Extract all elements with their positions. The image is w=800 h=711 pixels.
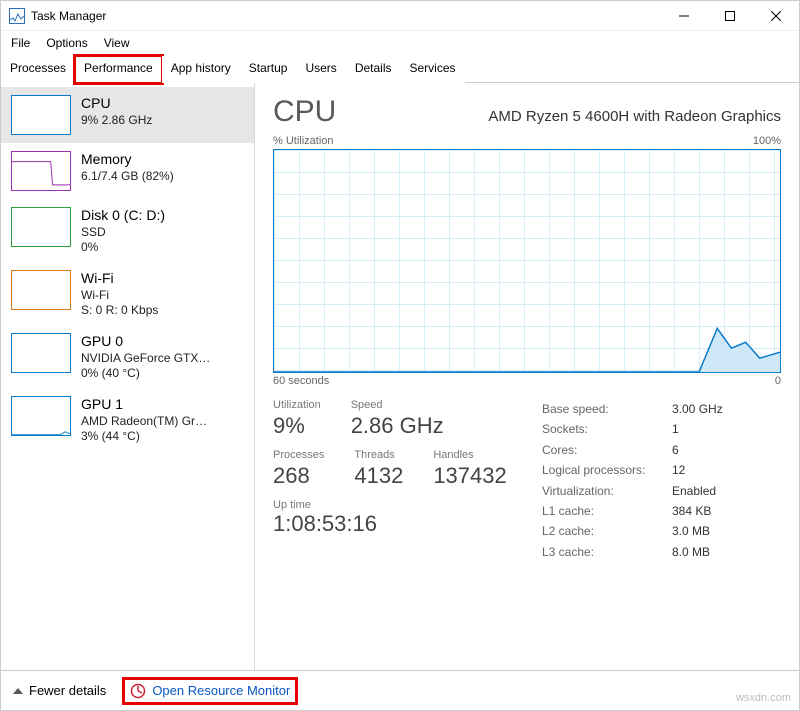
sidebar-item-label: CPU — [81, 95, 152, 111]
l3-val: 8.0 MB — [672, 542, 710, 562]
menu-view[interactable]: View — [104, 36, 130, 50]
cpu-thumb — [11, 95, 71, 135]
sidebar-item-label: Wi-Fi — [81, 270, 158, 286]
tabstrip: Processes Performance App history Startu… — [1, 55, 799, 83]
lp-val: 12 — [672, 460, 685, 480]
threads-label: Threads — [354, 449, 403, 461]
cpu-model: AMD Ryzen 5 4600H with Radeon Graphics — [488, 108, 781, 125]
memory-thumb — [11, 151, 71, 191]
sidebar-item-wifi[interactable]: Wi-Fi Wi-Fi S: 0 R: 0 Kbps — [1, 262, 254, 325]
chevron-up-icon — [13, 688, 23, 694]
minimize-icon — [679, 11, 689, 21]
sidebar-item-sub2: S: 0 R: 0 Kbps — [81, 303, 158, 317]
sidebar-item-label: GPU 0 — [81, 333, 210, 349]
menu-file[interactable]: File — [11, 36, 30, 50]
handles-value: 137432 — [433, 463, 506, 489]
footer: Fewer details Open Resource Monitor — [1, 670, 799, 710]
processes-value: 268 — [273, 463, 324, 489]
sidebar-item-gpu0[interactable]: GPU 0 NVIDIA GeForce GTX… 0% (40 °C) — [1, 325, 254, 388]
processes-label: Processes — [273, 449, 324, 461]
stats-right: Base speed:3.00 GHz Sockets:1 Cores:6 Lo… — [542, 399, 781, 562]
menu-options[interactable]: Options — [46, 36, 87, 50]
sidebar-item-sub2: 0% (40 °C) — [81, 366, 210, 380]
tab-performance[interactable]: Performance — [75, 56, 162, 83]
uptime-value: 1:08:53:16 — [273, 511, 512, 537]
tab-users[interactable]: Users — [296, 56, 345, 83]
stats-left: Utilization 9% Speed 2.86 GHz Processes … — [273, 399, 512, 562]
tab-processes[interactable]: Processes — [1, 56, 75, 83]
window-title: Task Manager — [31, 9, 106, 23]
maximize-icon — [725, 11, 735, 21]
cores-val: 6 — [672, 440, 679, 460]
app-icon — [9, 8, 25, 24]
virt-val: Enabled — [672, 481, 716, 501]
resource-monitor-icon — [130, 683, 146, 699]
sidebar-item-sub: 9% 2.86 GHz — [81, 113, 152, 127]
l2-key: L2 cache: — [542, 521, 672, 541]
tab-services[interactable]: Services — [401, 56, 465, 83]
sidebar-item-cpu[interactable]: CPU 9% 2.86 GHz — [1, 87, 254, 143]
performance-body: CPU 9% 2.86 GHz Memory 6.1/7.4 GB (82%) … — [1, 83, 799, 670]
chart-top-right-label: 100% — [753, 135, 781, 147]
sidebar-item-label: Disk 0 (C: D:) — [81, 207, 165, 223]
sidebar-item-gpu1[interactable]: GPU 1 AMD Radeon(TM) Gr… 3% (44 °C) — [1, 388, 254, 451]
fewer-details-label: Fewer details — [29, 683, 106, 698]
menubar: File Options View — [1, 31, 799, 55]
speed-label: Speed — [351, 399, 444, 411]
base-speed-val: 3.00 GHz — [672, 399, 723, 419]
cpu-utilization-chart[interactable] — [273, 149, 781, 373]
virt-key: Virtualization: — [542, 481, 672, 501]
task-manager-window: Task Manager File Options View Processes… — [0, 0, 800, 711]
chart-line — [274, 150, 780, 372]
open-resource-monitor-link[interactable]: Open Resource Monitor — [124, 679, 296, 703]
sidebar-item-disk0[interactable]: Disk 0 (C: D:) SSD 0% — [1, 199, 254, 262]
tab-app-history[interactable]: App history — [162, 56, 240, 83]
titlebar: Task Manager — [1, 1, 799, 31]
utilization-label: Utilization — [273, 399, 321, 411]
close-icon — [771, 11, 781, 21]
speed-value: 2.86 GHz — [351, 413, 444, 439]
l3-key: L3 cache: — [542, 542, 672, 562]
page-title: CPU — [273, 95, 336, 129]
chart-bottom-right-label: 0 — [775, 375, 781, 387]
sidebar-item-sub: Wi-Fi — [81, 288, 158, 302]
l1-key: L1 cache: — [542, 501, 672, 521]
wifi-thumb — [11, 270, 71, 310]
sidebar-item-label: Memory — [81, 151, 174, 167]
disk-thumb — [11, 207, 71, 247]
sidebar-item-memory[interactable]: Memory 6.1/7.4 GB (82%) — [1, 143, 254, 199]
sidebar-item-sub: SSD — [81, 225, 165, 239]
base-speed-key: Base speed: — [542, 399, 672, 419]
maximize-button[interactable] — [707, 1, 753, 31]
sidebar-item-sub: 6.1/7.4 GB (82%) — [81, 169, 174, 183]
utilization-value: 9% — [273, 413, 321, 439]
handles-label: Handles — [433, 449, 506, 461]
threads-value: 4132 — [354, 463, 403, 489]
close-button[interactable] — [753, 1, 799, 31]
sidebar-item-sub2: 0% — [81, 240, 165, 254]
sockets-key: Sockets: — [542, 419, 672, 439]
chart-top-left-label: % Utilization — [273, 135, 334, 147]
watermark: wsxdn.com — [736, 692, 791, 704]
sidebar-item-label: GPU 1 — [81, 396, 207, 412]
main-panel: CPU AMD Ryzen 5 4600H with Radeon Graphi… — [255, 83, 799, 670]
gpu1-thumb — [11, 396, 71, 436]
open-resource-monitor-label: Open Resource Monitor — [152, 683, 290, 698]
sidebar-item-sub2: 3% (44 °C) — [81, 429, 207, 443]
sidebar-item-sub: AMD Radeon(TM) Gr… — [81, 414, 207, 428]
sockets-val: 1 — [672, 419, 679, 439]
gpu0-thumb — [11, 333, 71, 373]
chart-bottom-left-label: 60 seconds — [273, 375, 329, 387]
l2-val: 3.0 MB — [672, 521, 710, 541]
sidebar-item-sub: NVIDIA GeForce GTX… — [81, 351, 210, 365]
fewer-details-button[interactable]: Fewer details — [13, 683, 106, 698]
tab-startup[interactable]: Startup — [240, 56, 297, 83]
cores-key: Cores: — [542, 440, 672, 460]
sidebar: CPU 9% 2.86 GHz Memory 6.1/7.4 GB (82%) … — [1, 83, 255, 670]
tab-details[interactable]: Details — [346, 56, 401, 83]
lp-key: Logical processors: — [542, 460, 672, 480]
l1-val: 384 KB — [672, 501, 711, 521]
minimize-button[interactable] — [661, 1, 707, 31]
uptime-label: Up time — [273, 499, 512, 511]
